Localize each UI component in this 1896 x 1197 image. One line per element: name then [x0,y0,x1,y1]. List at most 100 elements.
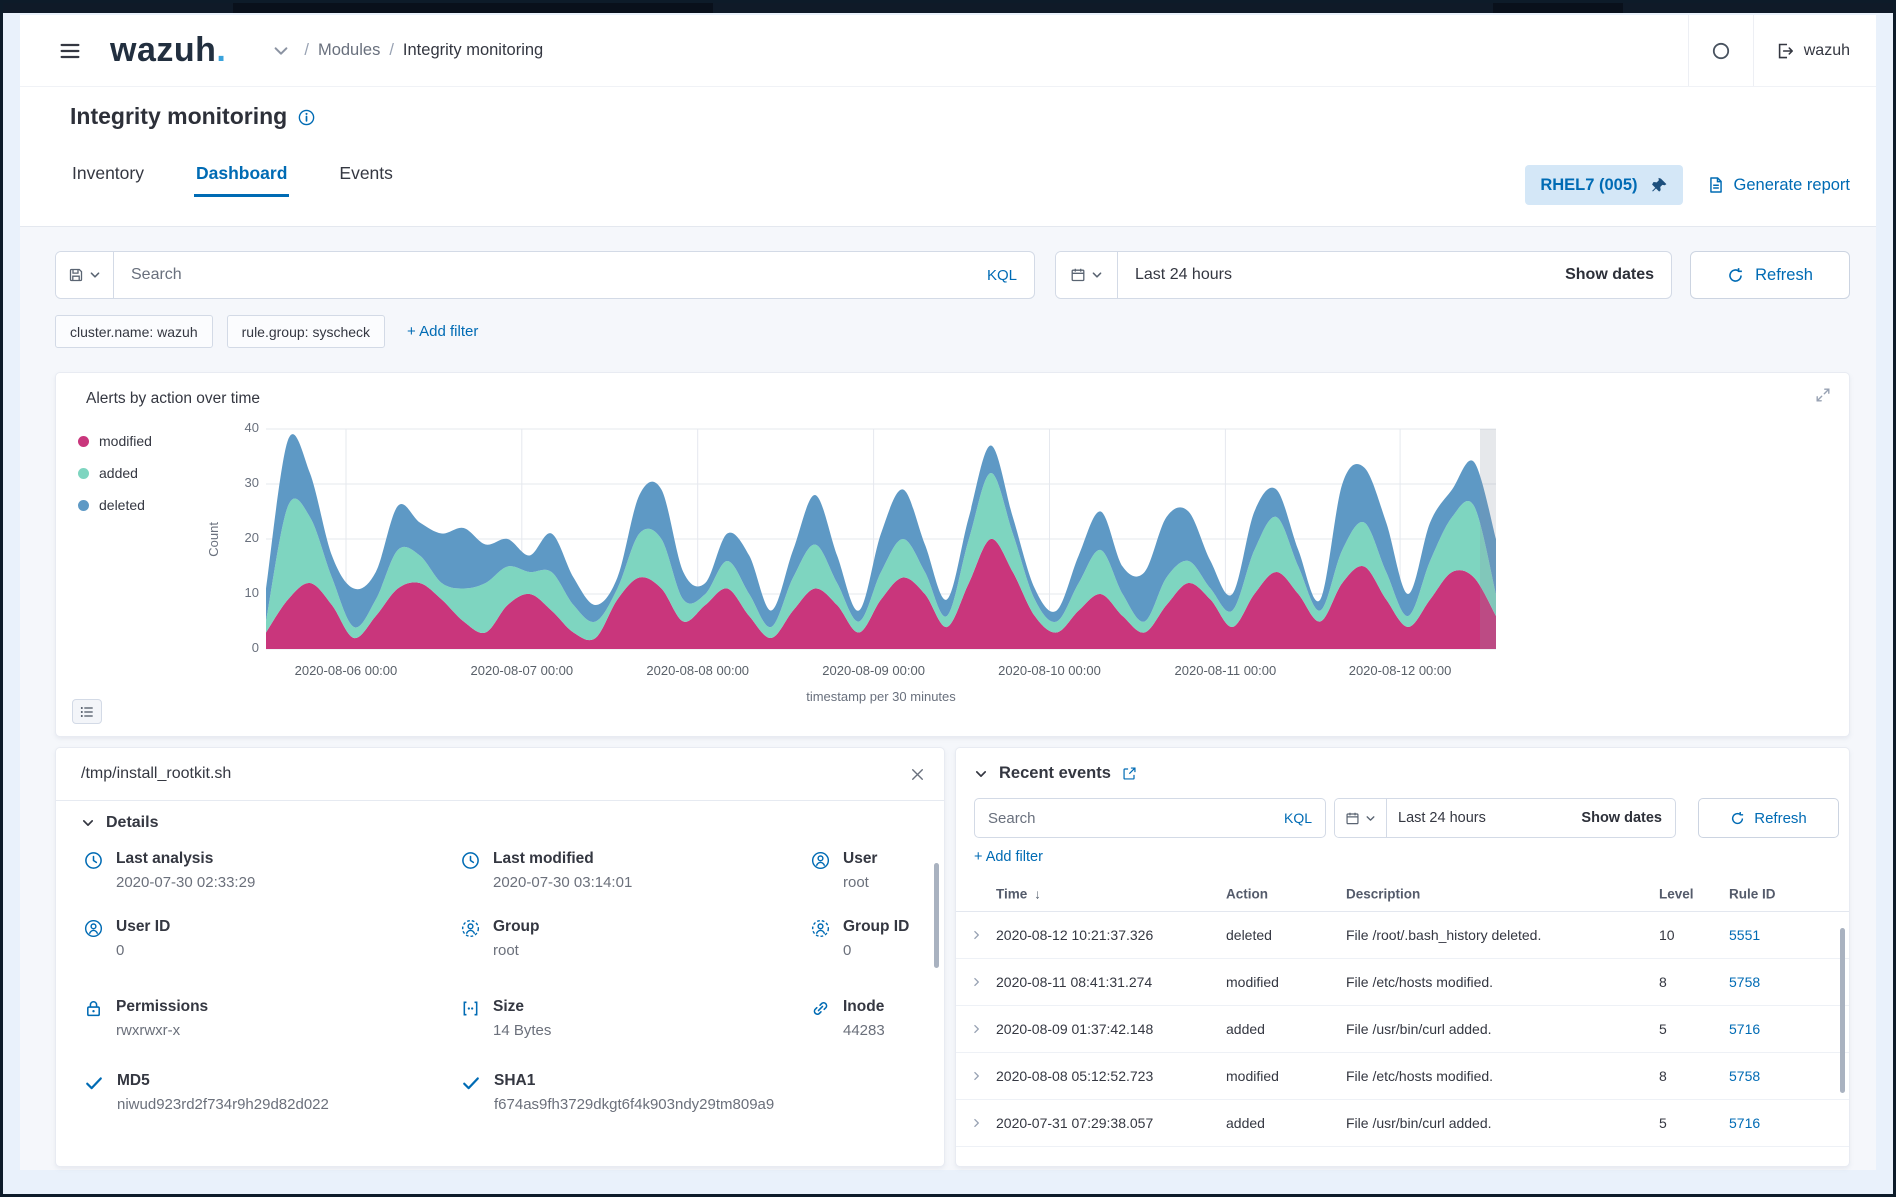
rule-id-link[interactable]: 5758 [1729,974,1760,990]
expand-row-icon[interactable] [970,929,983,942]
events-scrollbar[interactable] [1840,928,1845,1093]
event-level: 8 [1659,974,1667,990]
expand-row-icon[interactable] [970,1070,983,1083]
chart-legend: modified added deleted [78,425,152,521]
page-actions: RHEL7 (005) Generate report [1525,165,1850,205]
event-time: 2020-08-08 05:12:52.723 [996,1068,1153,1084]
tab-inventory[interactable]: Inventory [70,153,146,197]
breadcrumb-modules[interactable]: Modules [318,41,380,60]
generate-report-button[interactable]: Generate report [1707,176,1850,195]
page-header: Integrity monitoring Inventory Dashboard… [20,87,1876,227]
chevron-down-icon[interactable] [974,767,988,781]
expand-icon[interactable] [1815,387,1831,403]
calendar-button[interactable] [1056,252,1118,298]
legend-dot-modified [78,436,89,447]
calendar-icon [1345,811,1360,826]
table-row[interactable]: 2020-08-08 05:12:52.723 modified File /e… [956,1053,1849,1100]
table-row[interactable]: 2020-07-31 07:29:38.057 added File /usr/… [956,1100,1849,1147]
rule-id-link[interactable]: 5716 [1729,1115,1760,1131]
legend-item-deleted[interactable]: deleted [78,489,152,521]
column-header-time[interactable]: Time↓ [996,886,1041,901]
filter-pill-rule-group[interactable]: rule.group: syscheck [227,315,385,348]
save-icon [68,267,84,283]
menu-button[interactable] [58,39,82,63]
check-icon [461,1073,481,1113]
user-icon [811,851,830,891]
recent-events-title: Recent events [999,764,1111,783]
events-calendar-button[interactable] [1335,799,1387,837]
info-icon[interactable] [298,109,315,126]
rule-id-link[interactable]: 5758 [1729,1068,1760,1084]
external-link-icon[interactable] [1122,766,1137,781]
wazuh-logo[interactable]: wazuh. [110,31,226,70]
events-refresh-button[interactable]: Refresh [1698,798,1839,838]
search-input[interactable] [114,266,970,284]
legend-item-added[interactable]: added [78,457,152,489]
event-action: deleted [1226,927,1272,943]
event-level: 5 [1659,1115,1667,1131]
filter-pill-cluster[interactable]: cluster.name: wazuh [55,315,213,348]
lock-icon [84,999,103,1039]
filter-row: cluster.name: wazuh rule.group: syscheck… [55,315,478,348]
page-title: Integrity monitoring [70,103,315,130]
detail-field-inode: Inode44283 [811,998,885,1039]
events-time-range-button[interactable]: Last 24 hours [1387,810,1497,826]
hamburger-icon [58,39,82,63]
events-table: Time↓ Action Description Level Rule ID 2… [956,876,1849,1147]
column-header-rule-id[interactable]: Rule ID [1729,886,1776,901]
expand-row-icon[interactable] [970,1023,983,1036]
events-show-dates-button[interactable]: Show dates [1568,810,1675,826]
time-range-button[interactable]: Last 24 hours [1118,266,1249,284]
events-date-picker: Last 24 hours Show dates [1334,798,1676,838]
event-action: added [1226,1115,1265,1131]
breadcrumb-separator: / [304,41,309,60]
logout-button[interactable]: wazuh [1754,15,1876,86]
details-scrollbar[interactable] [934,863,939,968]
chevron-down-icon [1365,813,1376,824]
detail-field-user-id: User ID0 [84,918,170,959]
details-section-toggle[interactable]: Details [81,814,158,832]
events-kql-button[interactable]: KQL [1271,810,1325,826]
top-navigation-bar: wazuh. / Modules / Integrity monitoring … [20,15,1876,87]
recent-events-panel: Recent events KQL La [955,747,1850,1167]
tab-events[interactable]: Events [337,153,395,197]
calendar-icon [1070,267,1086,283]
kql-button[interactable]: KQL [970,267,1034,284]
chrome-block [1493,3,1623,13]
legend-item-modified[interactable]: modified [78,425,152,457]
show-dates-button[interactable]: Show dates [1548,266,1671,284]
events-query-bar: KQL Last 24 hours Show dates Refresh [974,798,1839,838]
stacked-area-chart [266,429,1496,649]
close-icon[interactable] [909,766,926,783]
health-ring-button[interactable] [1689,41,1753,61]
event-description: File /usr/bin/curl added. [1346,1115,1492,1131]
event-description: File /etc/hosts modified. [1346,974,1493,990]
app-switcher-chevron-button[interactable] [272,42,290,60]
expand-row-icon[interactable] [970,976,983,989]
rule-id-link[interactable]: 5551 [1729,927,1760,943]
column-header-level[interactable]: Level [1659,886,1694,901]
events-search-input[interactable] [975,810,1271,827]
table-row[interactable]: 2020-08-12 10:21:37.326 deleted File /ro… [956,912,1849,959]
table-row[interactable]: 2020-08-11 08:41:31.274 modified File /e… [956,959,1849,1006]
chrome-block [233,3,713,13]
detail-field-size: Size14 Bytes [461,998,551,1039]
file-path: /tmp/install_rootkit.sh [81,765,231,783]
refresh-button[interactable]: Refresh [1690,251,1850,299]
chart-options-button[interactable] [72,699,102,724]
rule-id-link[interactable]: 5716 [1729,1021,1760,1037]
expand-row-icon[interactable] [970,1117,983,1130]
detail-field-user: Userroot [811,850,877,891]
column-header-action[interactable]: Action [1226,886,1268,901]
add-filter-button[interactable]: + Add filter [407,323,478,340]
event-level: 10 [1659,927,1675,943]
saved-queries-button[interactable] [56,252,114,298]
breadcrumb-current: Integrity monitoring [403,41,543,60]
events-add-filter-button[interactable]: + Add filter [974,849,1043,865]
column-header-description[interactable]: Description [1346,886,1420,901]
table-row[interactable]: 2020-08-09 01:37:42.148 added File /usr/… [956,1006,1849,1053]
agent-button[interactable]: RHEL7 (005) [1525,165,1682,205]
tab-dashboard[interactable]: Dashboard [194,153,289,197]
y-axis-title: Count [206,429,221,649]
user-icon [84,919,103,959]
